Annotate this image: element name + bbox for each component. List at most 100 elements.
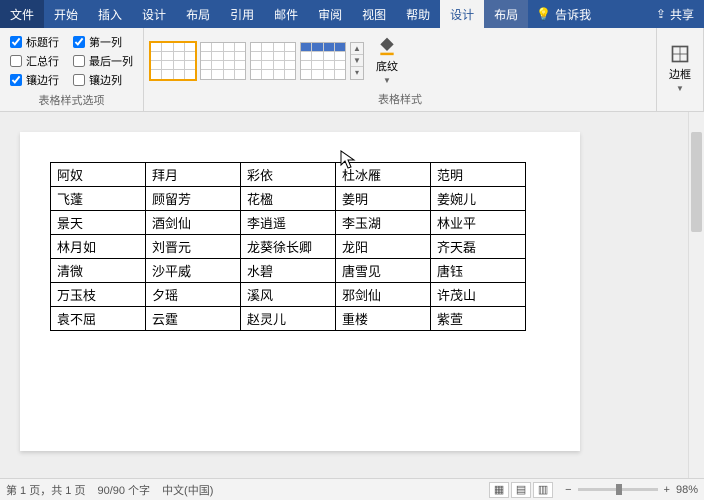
table-cell[interactable]: 万玉枝 [51,283,146,307]
zoom-slider-thumb[interactable] [616,484,622,495]
share-label: 共享 [670,6,694,23]
vertical-scrollbar[interactable] [688,112,704,478]
tab-help[interactable]: 帮助 [396,0,440,28]
paint-bucket-icon [377,36,397,56]
zoom-in-button[interactable]: + [664,484,670,496]
tab-review[interactable]: 审阅 [308,0,352,28]
table-cell[interactable]: 唐雪见 [336,259,431,283]
check-label: 镶边列 [89,72,122,88]
table-cell[interactable]: 邪剑仙 [336,283,431,307]
table-cell[interactable]: 李逍遥 [241,211,336,235]
table-cell[interactable]: 林月如 [51,235,146,259]
zoom-slider[interactable] [578,488,658,491]
scrollbar-thumb[interactable] [691,132,702,232]
borders-button[interactable]: 边框 ▼ [663,40,697,97]
table-row: 阿奴拜月彩依杜冰雁范明 [51,163,526,187]
check-first-col[interactable]: 第一列 [73,34,133,50]
table-row: 万玉枝夕瑶溪风邪剑仙许茂山 [51,283,526,307]
table-cell[interactable]: 夕瑶 [146,283,241,307]
shading-button[interactable]: 底纹 ▼ [370,32,404,89]
check-total-row[interactable]: 汇总行 [10,53,59,69]
status-word-count[interactable]: 90/90 个字 [97,482,150,498]
status-bar: 第 1 页，共 1 页 90/90 个字 中文(中国) ▦ ▤ ▥ − + 98… [0,478,704,500]
page: 阿奴拜月彩依杜冰雁范明飞蓬顾留芳花楹姜明姜婉儿景天酒剑仙李逍遥李玉湖林业平林月如… [20,132,580,451]
table-cell[interactable]: 姜婉儿 [431,187,526,211]
table-row: 景天酒剑仙李逍遥李玉湖林业平 [51,211,526,235]
group-label: 表格样式选项 [6,90,137,108]
tab-table-layout[interactable]: 布局 [484,0,528,28]
lightbulb-icon: 💡 [536,7,551,21]
check-label: 第一列 [89,34,122,50]
check-label: 最后一列 [89,53,133,69]
table-cell[interactable]: 重楼 [336,307,431,331]
tell-me[interactable]: 💡 告诉我 [528,0,599,28]
tab-view[interactable]: 视图 [352,0,396,28]
tab-table-design[interactable]: 设计 [440,0,484,28]
table-cell[interactable]: 赵灵儿 [241,307,336,331]
table-cell[interactable]: 云霆 [146,307,241,331]
table-cell[interactable]: 水碧 [241,259,336,283]
zoom-level[interactable]: 98% [676,484,698,496]
table-cell[interactable]: 溪风 [241,283,336,307]
table-cell[interactable]: 龙阳 [336,235,431,259]
status-page[interactable]: 第 1 页，共 1 页 [6,482,85,498]
table-cell[interactable]: 飞蓬 [51,187,146,211]
check-label: 镶边行 [26,72,59,88]
table-cell[interactable]: 杜冰雁 [336,163,431,187]
view-print-layout[interactable]: ▤ [511,482,531,498]
table-row: 清微沙平威水碧唐雪见唐钰 [51,259,526,283]
table-cell[interactable]: 范明 [431,163,526,187]
tab-layout[interactable]: 布局 [176,0,220,28]
tab-design[interactable]: 设计 [132,0,176,28]
check-header-row[interactable]: 标题行 [10,34,59,50]
table-cell[interactable]: 阿奴 [51,163,146,187]
group-table-style-options: 标题行 汇总行 镶边行 第一列 最后一列 镶边列 表格样式选项 [0,28,144,111]
table-cell[interactable]: 顾留芳 [146,187,241,211]
table-cell[interactable]: 景天 [51,211,146,235]
share-button[interactable]: ⇪ 共享 [646,0,704,28]
document-table[interactable]: 阿奴拜月彩依杜冰雁范明飞蓬顾留芳花楹姜明姜婉儿景天酒剑仙李逍遥李玉湖林业平林月如… [50,162,526,331]
table-cell[interactable]: 紫萱 [431,307,526,331]
table-style-thumb[interactable] [200,42,246,80]
table-cell[interactable]: 彩依 [241,163,336,187]
check-last-col[interactable]: 最后一列 [73,53,133,69]
table-cell[interactable]: 龙葵徐长卿 [241,235,336,259]
table-cell[interactable]: 姜明 [336,187,431,211]
table-row: 袁不屈云霆赵灵儿重楼紫萱 [51,307,526,331]
table-row: 林月如刘晋元龙葵徐长卿龙阳齐天磊 [51,235,526,259]
table-cell[interactable]: 林业平 [431,211,526,235]
gallery-more-button[interactable]: ▲▼▾ [350,42,364,80]
table-cell[interactable]: 清微 [51,259,146,283]
tab-references[interactable]: 引用 [220,0,264,28]
view-mode-buttons: ▦ ▤ ▥ [489,482,553,498]
table-cell[interactable]: 袁不屈 [51,307,146,331]
tab-mail[interactable]: 邮件 [264,0,308,28]
table-style-thumb[interactable] [250,42,296,80]
view-web-layout[interactable]: ▥ [533,482,553,498]
table-cell[interactable]: 唐钰 [431,259,526,283]
table-cell[interactable]: 刘晋元 [146,235,241,259]
table-style-thumb[interactable] [300,42,346,80]
table-cell[interactable]: 拜月 [146,163,241,187]
tab-home[interactable]: 开始 [44,0,88,28]
zoom-out-button[interactable]: − [565,484,571,496]
zoom-control: − + 98% [565,484,698,496]
group-borders: 边框 ▼ [657,28,704,111]
document-area[interactable]: 阿奴拜月彩依杜冰雁范明飞蓬顾留芳花楹姜明姜婉儿景天酒剑仙李逍遥李玉湖林业平林月如… [0,112,704,478]
check-banded-cols[interactable]: 镶边列 [73,72,133,88]
ribbon: 标题行 汇总行 镶边行 第一列 最后一列 镶边列 表格样式选项 ▲▼▾ [0,28,704,112]
tab-insert[interactable]: 插入 [88,0,132,28]
view-read-mode[interactable]: ▦ [489,482,509,498]
table-cell[interactable]: 沙平威 [146,259,241,283]
table-style-thumb[interactable] [150,42,196,80]
table-cell[interactable]: 齐天磊 [431,235,526,259]
table-cell[interactable]: 许茂山 [431,283,526,307]
check-banded-rows[interactable]: 镶边行 [10,72,59,88]
group-label [663,105,697,107]
table-cell[interactable]: 李玉湖 [336,211,431,235]
table-cell[interactable]: 酒剑仙 [146,211,241,235]
share-icon: ⇪ [656,7,666,21]
table-cell[interactable]: 花楹 [241,187,336,211]
status-language[interactable]: 中文(中国) [162,482,213,498]
tab-file[interactable]: 文件 [0,0,44,28]
